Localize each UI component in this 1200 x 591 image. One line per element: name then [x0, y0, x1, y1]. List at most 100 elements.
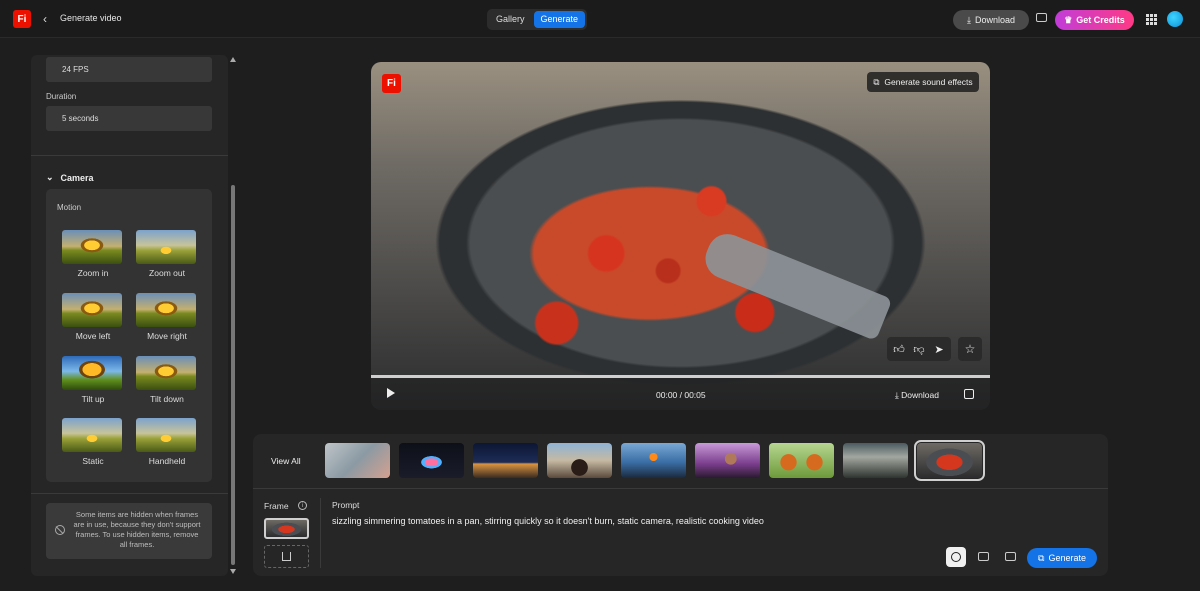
chevron-down-icon: ⌄ — [46, 172, 54, 182]
frame-label: Frame — [264, 501, 289, 511]
view-all-link[interactable]: View All — [271, 456, 301, 466]
motion-caption: Handheld — [148, 456, 186, 466]
camera-motion-panel: Motion Zoom in Zoom out Move left Move r… — [46, 189, 212, 482]
generate-sound-effects-button[interactable]: ⧉ Generate sound effects — [867, 72, 979, 92]
motion-caption: Zoom out — [149, 268, 185, 278]
history-icon — [951, 552, 961, 562]
feedback-icon[interactable] — [1036, 13, 1047, 22]
time-readout: 00:00 / 00:05 — [656, 390, 706, 400]
motion-caption: Tilt down — [150, 394, 184, 404]
upload-frame-button[interactable] — [264, 545, 309, 568]
divider — [31, 493, 228, 494]
motion-caption: Zoom in — [77, 268, 109, 278]
motion-zoom-out[interactable]: Zoom out — [136, 230, 198, 278]
settings-sidebar: 24 FPS Duration 5 seconds ⌄ Camera Motio… — [31, 55, 228, 576]
crown-icon: ♛ — [1064, 14, 1073, 25]
star-icon[interactable]: ☆ — [958, 337, 982, 361]
history-thumbnail[interactable] — [621, 443, 686, 478]
video-download-button[interactable]: ⤓ Download — [895, 390, 939, 401]
frame-thumbnail[interactable] — [264, 518, 309, 539]
motion-caption: Move right — [147, 331, 187, 341]
history-thumbnail[interactable] — [325, 443, 390, 478]
sidebar-scrollbar[interactable] — [229, 55, 237, 576]
get-credits-button[interactable]: ♛ Get Credits — [1055, 10, 1134, 30]
motion-caption: Move left — [75, 331, 111, 341]
thumbs-down-icon[interactable]: 👎︎ — [910, 340, 928, 358]
motion-thumbnail — [62, 230, 122, 264]
history-thumbnail[interactable] — [769, 443, 834, 478]
motion-move-left[interactable]: Move left — [62, 293, 124, 341]
back-chevron-icon[interactable]: ‹ — [43, 12, 47, 26]
motion-handheld[interactable]: Handheld — [136, 418, 198, 466]
motion-thumbnail — [136, 356, 196, 390]
history-thumbnail-selected[interactable] — [914, 440, 985, 481]
history-thumbnail[interactable] — [843, 443, 908, 478]
divider — [31, 155, 228, 156]
firefly-logo[interactable]: Fi — [13, 10, 31, 28]
hidden-items-notice: Some items are hidden when frames are in… — [46, 503, 212, 559]
tab-gallery[interactable]: Gallery — [489, 11, 532, 28]
download-icon: ⤓ — [966, 14, 971, 25]
motion-label: Motion — [57, 203, 82, 212]
camera-section-toggle[interactable]: ⌄ Camera — [46, 172, 94, 183]
play-icon[interactable] — [387, 388, 395, 398]
thumbs-up-icon[interactable]: 👍︎ — [890, 340, 908, 358]
mode-switch: Gallery Generate — [487, 9, 588, 30]
apps-grid-icon[interactable] — [1146, 14, 1157, 25]
duration-select[interactable]: 5 seconds — [46, 106, 212, 131]
scroll-down-arrow-icon[interactable] — [230, 569, 236, 574]
camera-section-title: Camera — [60, 172, 94, 183]
duration-label: Duration — [46, 92, 77, 101]
scrollbar-thumb[interactable] — [231, 185, 235, 565]
history-thumbnail[interactable] — [473, 443, 538, 478]
motion-caption: Tilt up — [81, 394, 105, 404]
history-thumbnail[interactable] — [399, 443, 464, 478]
avatar[interactable] — [1167, 11, 1183, 27]
history-thumbnail[interactable] — [547, 443, 612, 478]
info-icon[interactable]: i — [298, 501, 307, 510]
generate-button[interactable]: ⧉ Generate — [1027, 548, 1097, 568]
fps-select[interactable]: 24 FPS — [46, 57, 212, 82]
motion-zoom-in[interactable]: Zoom in — [62, 230, 124, 278]
history-button[interactable] — [946, 547, 966, 567]
prohibited-icon — [55, 525, 65, 535]
motion-move-right[interactable]: Move right — [136, 293, 198, 341]
camera-settings-icon[interactable] — [1005, 552, 1016, 561]
motion-caption: Static — [82, 456, 104, 466]
style-reference-icon[interactable] — [978, 552, 989, 561]
send-icon[interactable]: ➤ — [930, 340, 948, 358]
divider — [320, 498, 321, 568]
motion-thumbnail — [62, 356, 122, 390]
generation-panel: View All Frame i Prompt sizzling simmeri… — [253, 434, 1108, 576]
open-external-icon: ⧉ — [873, 76, 880, 87]
motion-thumbnail — [136, 230, 196, 264]
open-external-icon: ⧉ — [1038, 552, 1045, 563]
divider — [253, 488, 1108, 489]
tab-generate[interactable]: Generate — [533, 11, 586, 28]
motion-thumbnail — [136, 293, 196, 327]
motion-tilt-down[interactable]: Tilt down — [136, 356, 198, 404]
motion-tilt-up[interactable]: Tilt up — [62, 356, 124, 404]
player-controls: 00:00 / 00:05 ⤓ Download — [371, 378, 990, 410]
upload-icon — [282, 552, 291, 561]
video-download-label: Download — [901, 390, 939, 400]
notice-text: Some items are hidden when frames are in… — [73, 510, 201, 549]
scroll-up-arrow-icon[interactable] — [230, 57, 236, 62]
generate-label: Generate — [1048, 553, 1086, 563]
history-thumbnail[interactable] — [695, 443, 760, 478]
download-label: Download — [974, 15, 1015, 25]
top-bar: Fi ‹ Generate video Gallery Generate ⤓ D… — [0, 0, 1200, 38]
rating-toolbar: 👍︎ 👎︎ ➤ — [887, 337, 951, 361]
prompt-label: Prompt — [332, 500, 360, 510]
download-button[interactable]: ⤓ Download — [953, 10, 1029, 30]
page-title: Generate video — [60, 13, 122, 23]
prompt-input[interactable]: sizzling simmering tomatoes in a pan, st… — [332, 516, 764, 526]
motion-static[interactable]: Static — [62, 418, 124, 466]
get-credits-label: Get Credits — [1076, 15, 1125, 25]
video-player[interactable]: Fi ⧉ Generate sound effects 👍︎ 👎︎ ➤ ☆ 00… — [371, 62, 990, 410]
motion-thumbnail — [62, 418, 122, 452]
firefly-watermark-logo: Fi — [382, 74, 401, 93]
fullscreen-icon[interactable] — [964, 389, 974, 399]
video-frame-content — [699, 228, 893, 341]
history-thumbnail-strip — [325, 440, 985, 481]
